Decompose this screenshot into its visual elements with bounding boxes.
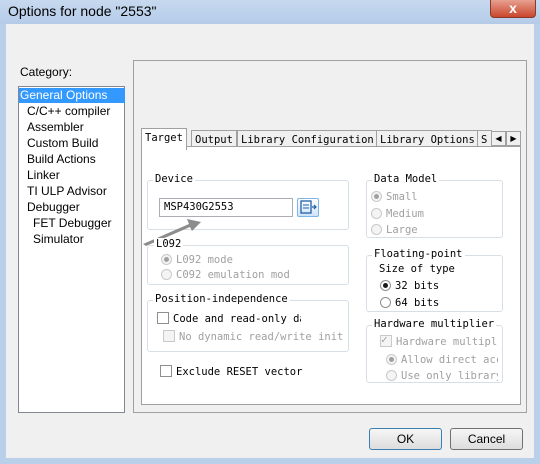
- device-field[interactable]: MSP430G2553: [159, 198, 293, 217]
- data-model-large-label: Large: [386, 224, 418, 236]
- c092-emulation-label: C092 emulation mod: [176, 269, 290, 281]
- category-item-compiler[interactable]: C/C++ compiler: [27, 104, 110, 119]
- exclude-reset-label: Exclude RESET vector: [176, 366, 303, 378]
- radio-icon: [380, 280, 391, 291]
- fp-64bits-label: 64 bits: [395, 297, 440, 309]
- window-title: Options for node "2553": [8, 3, 157, 19]
- ok-button[interactable]: OK: [369, 428, 442, 450]
- category-item-fet-debugger[interactable]: FET Debugger: [33, 216, 112, 231]
- radio-icon: [380, 297, 391, 308]
- radio-icon: [371, 208, 382, 219]
- no-dynamic-rw-label: No dynamic read/write initi: [179, 331, 343, 343]
- allow-direct-access-label: Allow direct acc: [401, 354, 498, 366]
- tab-scroll-left-icon[interactable]: ◀: [491, 131, 506, 146]
- no-dynamic-rw-checkbox[interactable]: No dynamic read/write initi: [163, 330, 343, 344]
- checkbox-icon: [163, 330, 175, 342]
- checkbox-icon: [380, 335, 392, 347]
- data-model-small-radio[interactable]: Small: [371, 190, 418, 204]
- exclude-reset-checkbox[interactable]: Exclude RESET vector: [160, 365, 302, 379]
- window-border-right: [534, 24, 540, 464]
- category-label: Category:: [20, 65, 73, 79]
- fp-64bits-radio[interactable]: 64 bits: [380, 296, 439, 310]
- close-button[interactable]: x: [490, 0, 536, 18]
- allow-direct-access-radio[interactable]: Allow direct acc: [386, 353, 498, 367]
- hardware-multiplier-checkbox[interactable]: Hardware multipli: [380, 335, 498, 349]
- hardware-multiplier-label: Hardware multipli: [396, 336, 498, 348]
- hardware-multiplier-title: Hardware multiplier: [372, 318, 497, 330]
- code-readonly-checkbox[interactable]: Code and read-only da: [157, 312, 301, 326]
- device-select-button[interactable]: [297, 198, 319, 217]
- category-item-ulp-advisor[interactable]: TI ULP Advisor: [27, 184, 107, 199]
- data-model-title: Data Model: [372, 173, 440, 185]
- radio-icon: [371, 224, 382, 235]
- window-border-bottom: [0, 458, 540, 464]
- category-item-custom-build[interactable]: Custom Build: [27, 136, 98, 151]
- checkbox-icon: [160, 365, 172, 377]
- cancel-button[interactable]: Cancel: [450, 428, 523, 450]
- tab-target[interactable]: Target: [141, 128, 187, 150]
- checkbox-icon: [157, 312, 169, 324]
- radio-icon: [161, 254, 172, 265]
- category-item-simulator[interactable]: Simulator: [33, 232, 84, 247]
- category-item-debugger[interactable]: Debugger: [27, 200, 80, 215]
- category-item-assembler[interactable]: Assembler: [27, 120, 84, 135]
- size-of-type-label: Size of type: [379, 263, 455, 275]
- fp-32bits-radio[interactable]: 32 bits: [380, 279, 439, 293]
- data-model-small-label: Small: [386, 191, 418, 203]
- category-item-build-actions[interactable]: Build Actions: [27, 152, 96, 167]
- floating-point-title: Floating-point: [372, 248, 465, 260]
- use-only-library-label: Use only library: [401, 370, 498, 382]
- fp-32bits-label: 32 bits: [395, 280, 440, 292]
- device-list-icon: [300, 200, 317, 214]
- code-readonly-label: Code and read-only da: [173, 313, 301, 325]
- data-model-large-radio[interactable]: Large: [371, 223, 418, 237]
- c092-emulation-radio[interactable]: C092 emulation mod: [161, 268, 290, 282]
- category-item-general-options[interactable]: General Options: [19, 88, 125, 103]
- radio-icon: [386, 370, 397, 381]
- position-independence-group: [147, 300, 349, 352]
- use-only-library-radio[interactable]: Use only library: [386, 369, 498, 383]
- category-item-linker[interactable]: Linker: [27, 168, 60, 183]
- device-group-title: Device: [153, 173, 195, 185]
- radio-icon: [371, 191, 382, 202]
- l092-group-title: L092: [154, 238, 184, 250]
- data-model-medium-label: Medium: [386, 208, 424, 220]
- position-independence-title: Position-independence: [153, 293, 290, 305]
- tab-scroll-right-icon[interactable]: ▶: [506, 131, 521, 146]
- category-list: General Options C/C++ compiler Assembler…: [18, 86, 125, 413]
- radio-icon: [161, 269, 172, 280]
- data-model-medium-radio[interactable]: Medium: [371, 207, 424, 221]
- l092-mode-radio[interactable]: L092 mode: [161, 253, 233, 267]
- radio-icon: [386, 354, 397, 365]
- l092-mode-label: L092 mode: [176, 254, 233, 266]
